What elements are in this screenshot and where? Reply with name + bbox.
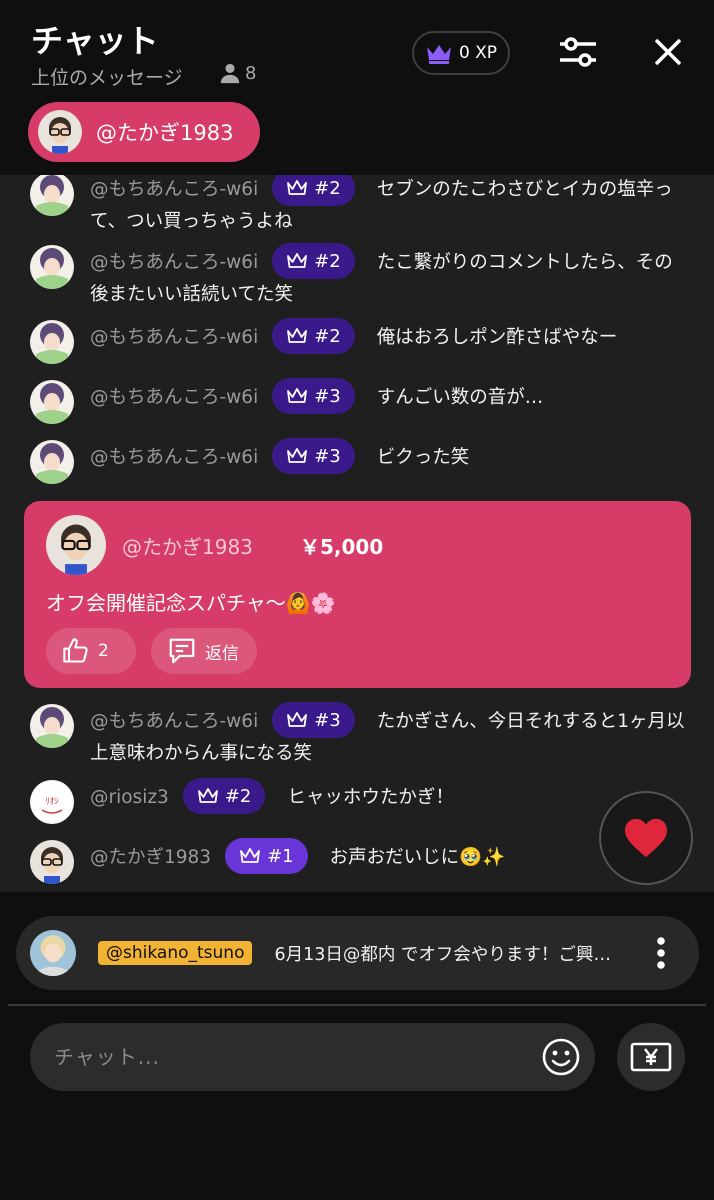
rank-label: #3 <box>314 709 341 731</box>
chat-message[interactable]: @もちあんころ-w6i #2 俺はおろしポン酢さばやなー <box>30 318 690 364</box>
crown-icon <box>426 45 451 64</box>
xp-label: 0 XP <box>458 43 498 63</box>
crown-icon <box>287 712 308 727</box>
message-text: すんごい数の音が… <box>376 387 544 408</box>
avatar <box>30 320 74 364</box>
avatar <box>30 245 74 289</box>
avatar <box>30 704 74 748</box>
crown-icon <box>287 180 308 195</box>
sliders-icon <box>560 37 596 67</box>
message-author[interactable]: @もちあんころ-w6i <box>90 447 258 468</box>
heart-icon <box>625 818 667 858</box>
rank-badge: #2 <box>272 175 355 206</box>
avatar <box>30 930 76 976</box>
crown-icon <box>287 448 308 463</box>
avatar <box>30 380 74 424</box>
message-author[interactable]: @もちあんころ-w6i <box>90 327 258 348</box>
pinned-author-name: @たかぎ1983 <box>96 121 234 145</box>
xp-button[interactable]: 0 XP <box>412 31 510 75</box>
rank-badge: #3 <box>272 438 355 474</box>
message-text: ビクった笑 <box>376 447 470 468</box>
viewer-count-value: 8 <box>245 62 257 84</box>
thumbs-up-icon <box>63 638 88 663</box>
avatar: ﾘｵｼ <box>30 780 74 824</box>
chat-message[interactable]: @もちあんころ-w6i #2 セブンのたこわさびとイカの塩辛って、つい買っちゃうよね <box>30 175 690 235</box>
emoji-icon <box>542 1038 580 1076</box>
message-text: ヒャッホウたかぎ！ <box>287 787 454 808</box>
chat-input[interactable] <box>30 1023 595 1091</box>
message-author[interactable]: @もちあんころ-w6i <box>90 711 258 732</box>
chat-message[interactable]: ﾘｵｼ @riosiz3 #2 ヒャッホウたかぎ！ <box>30 778 690 824</box>
message-author[interactable]: @たかぎ1983 <box>90 847 211 868</box>
comment-icon <box>169 638 195 664</box>
divider <box>8 1004 706 1006</box>
viewer-count: 8 <box>219 62 256 84</box>
rank-badge: #2 <box>272 243 355 279</box>
superchat-message: オフ会開催記念スパチャ〜🙆🌸 <box>46 591 336 615</box>
message-text: お声おだいじに🥹✨ <box>329 847 506 868</box>
crown-icon <box>287 253 308 268</box>
ticker-author[interactable]: @shikano_tsuno <box>98 941 253 965</box>
more-vertical-icon <box>657 937 665 969</box>
close-button[interactable] <box>648 32 688 72</box>
rank-label: #3 <box>314 445 341 467</box>
rank-badge: #2 <box>272 318 355 354</box>
like-button[interactable]: 2 <box>46 628 136 674</box>
chat-message[interactable]: @もちあんころ-w6i #3 ビクった笑 <box>30 438 690 484</box>
yen-icon <box>630 1042 672 1072</box>
reply-label: 返信 <box>205 643 239 664</box>
rank-badge: #3 <box>272 702 355 738</box>
pinned-message-banner[interactable]: @shikano_tsuno 6月13日@都内 でオフ会やります！ご興味ある方は… <box>16 916 699 990</box>
chat-message[interactable]: @もちあんころ-w6i #2 たこ繋がりのコメントしたら、その後またいい話続いてた笑 <box>30 243 690 308</box>
close-icon <box>654 38 682 66</box>
settings-button[interactable] <box>554 30 602 74</box>
chat-message[interactable]: @もちあんころ-w6i #3 すんごい数の音が… <box>30 378 690 424</box>
ticker-text: 6月13日@都内 でオフ会やります！ご興味ある方はぜひ <box>274 944 627 965</box>
rank-label: #2 <box>314 250 341 272</box>
rank-badge: #2 <box>182 778 266 814</box>
rank-label: #2 <box>224 785 252 807</box>
chat-header: チャット 上位のメッセージ 8 0 XP @たかぎ1983 <box>0 0 714 175</box>
avatar <box>38 110 82 154</box>
message-text: 俺はおろしポン酢さばやなー <box>376 327 618 348</box>
rank-label: #1 <box>267 845 294 867</box>
rank-label: #3 <box>314 385 341 407</box>
crown-icon <box>197 788 218 803</box>
rank-badge: #1 <box>225 838 308 874</box>
pinned-superchat-chip[interactable]: @たかぎ1983 <box>28 102 260 162</box>
chat-mode-selector[interactable]: 上位のメッセージ <box>31 63 183 90</box>
more-options-button[interactable] <box>646 933 676 973</box>
reply-button[interactable]: 返信 <box>151 628 257 674</box>
rank-label: #2 <box>314 177 341 199</box>
superchat-amount: ￥5,000 <box>300 535 384 559</box>
superchat-author[interactable]: @たかぎ1983 <box>122 531 253 560</box>
superchat-card[interactable]: @たかぎ1983 ￥5,000 オフ会開催記念スパチャ〜🙆🌸 2 返信 <box>24 501 691 688</box>
page-title: チャット <box>31 22 159 60</box>
chat-message[interactable]: @もちあんころ-w6i #3 たかぎさん、今日それすると1ヶ月以上意味わからん事にな… <box>30 702 690 767</box>
reaction-button[interactable] <box>599 791 693 885</box>
message-author[interactable]: @もちあんころ-w6i <box>90 179 258 200</box>
crown-icon <box>240 848 260 863</box>
person-icon <box>220 63 240 84</box>
avatar <box>30 840 74 884</box>
crown-icon <box>287 388 308 403</box>
rank-badge: #3 <box>272 378 355 414</box>
emoji-button[interactable] <box>539 1035 583 1079</box>
rank-label: #2 <box>314 325 341 347</box>
super-chat-button[interactable] <box>617 1023 685 1091</box>
message-author[interactable]: @もちあんころ-w6i <box>90 252 258 273</box>
svg-text:ﾘｵｼ: ﾘｵｼ <box>45 796 59 807</box>
message-author[interactable]: @もちあんころ-w6i <box>90 387 258 408</box>
crown-icon <box>287 328 308 343</box>
message-author[interactable]: @riosiz3 <box>90 787 169 808</box>
avatar <box>30 440 74 484</box>
like-count: 2 <box>98 641 109 661</box>
avatar <box>46 515 106 575</box>
chat-message[interactable]: @たかぎ1983 #1 お声おだいじに🥹✨ <box>30 838 690 884</box>
